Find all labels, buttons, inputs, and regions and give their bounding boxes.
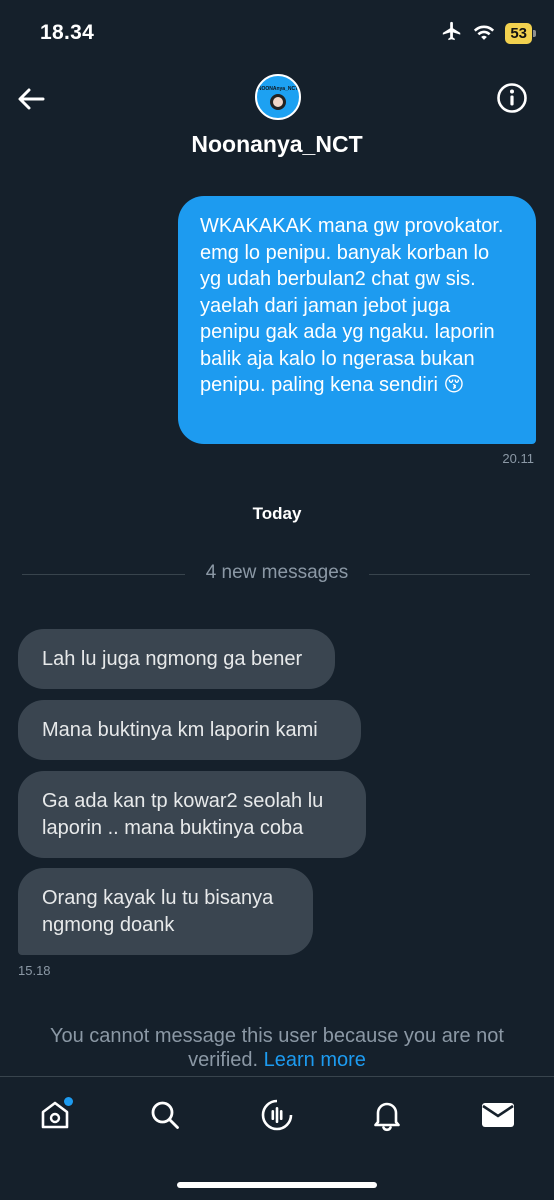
notifications-icon — [374, 1102, 400, 1132]
incoming-message[interactable]: Ga ada kan tp kowar2 seolah lu laporin .… — [18, 771, 366, 858]
wifi-icon — [473, 22, 495, 45]
airplane-icon — [441, 20, 463, 47]
avatar[interactable]: NOONAnya_NCT — [255, 74, 301, 120]
message-text: Lah lu juga ngmong ga bener — [42, 647, 303, 670]
status-time: 18.34 — [40, 21, 95, 44]
message-timestamp: 20.11 — [502, 451, 534, 466]
bottom-tab-bar — [0, 1076, 554, 1200]
day-separator: Today — [252, 504, 302, 523]
learn-more-link[interactable]: Learn more — [264, 1049, 366, 1071]
verification-notice: You cannot message this user because you… — [20, 1024, 534, 1072]
search-icon — [151, 1101, 179, 1129]
status-icons: 53 — [441, 20, 536, 47]
message-text: Ga ada kan tp kowar2 seolah lu laporin .… — [42, 790, 324, 839]
conversation-header: NOONAnya_NCT Noonanya_NCT — [0, 66, 554, 166]
info-icon — [497, 83, 527, 113]
notification-dot — [64, 1097, 73, 1106]
incoming-message[interactable]: Lah lu juga ngmong ga bener — [18, 629, 335, 689]
avatar-image — [270, 94, 286, 110]
incoming-message[interactable]: Mana buktinya km laporin kami — [18, 700, 361, 760]
messages-icon — [482, 1103, 514, 1127]
incoming-message[interactable]: Orang kayak lu tu bisanya ngmong doank — [18, 868, 313, 955]
message-text: Orang kayak lu tu bisanya ngmong doank — [42, 887, 274, 936]
status-bar: 18.34 53 — [0, 0, 554, 66]
avatar-label: NOONAnya_NCT — [257, 86, 299, 92]
arrow-left-icon — [18, 88, 45, 110]
home-indicator — [177, 1182, 377, 1188]
info-button[interactable] — [494, 80, 530, 116]
conversation-username[interactable]: Noonanya_NCT — [0, 131, 554, 158]
battery-icon: 53 — [505, 23, 536, 44]
outgoing-message[interactable]: WKAKAKAK mana gw provokator. emg lo peni… — [178, 196, 536, 444]
new-messages-label: 4 new messages — [205, 562, 349, 583]
tab-home[interactable] — [35, 1095, 75, 1135]
spaces-icon — [261, 1099, 293, 1131]
tab-spaces[interactable] — [257, 1095, 297, 1135]
tab-messages[interactable] — [478, 1095, 518, 1135]
back-button[interactable] — [14, 82, 48, 116]
message-text: Mana buktinya km laporin kami — [42, 718, 318, 741]
tab-notifications[interactable] — [367, 1095, 407, 1135]
message-timestamp: 15.18 — [18, 963, 51, 978]
tab-search[interactable] — [145, 1095, 185, 1135]
